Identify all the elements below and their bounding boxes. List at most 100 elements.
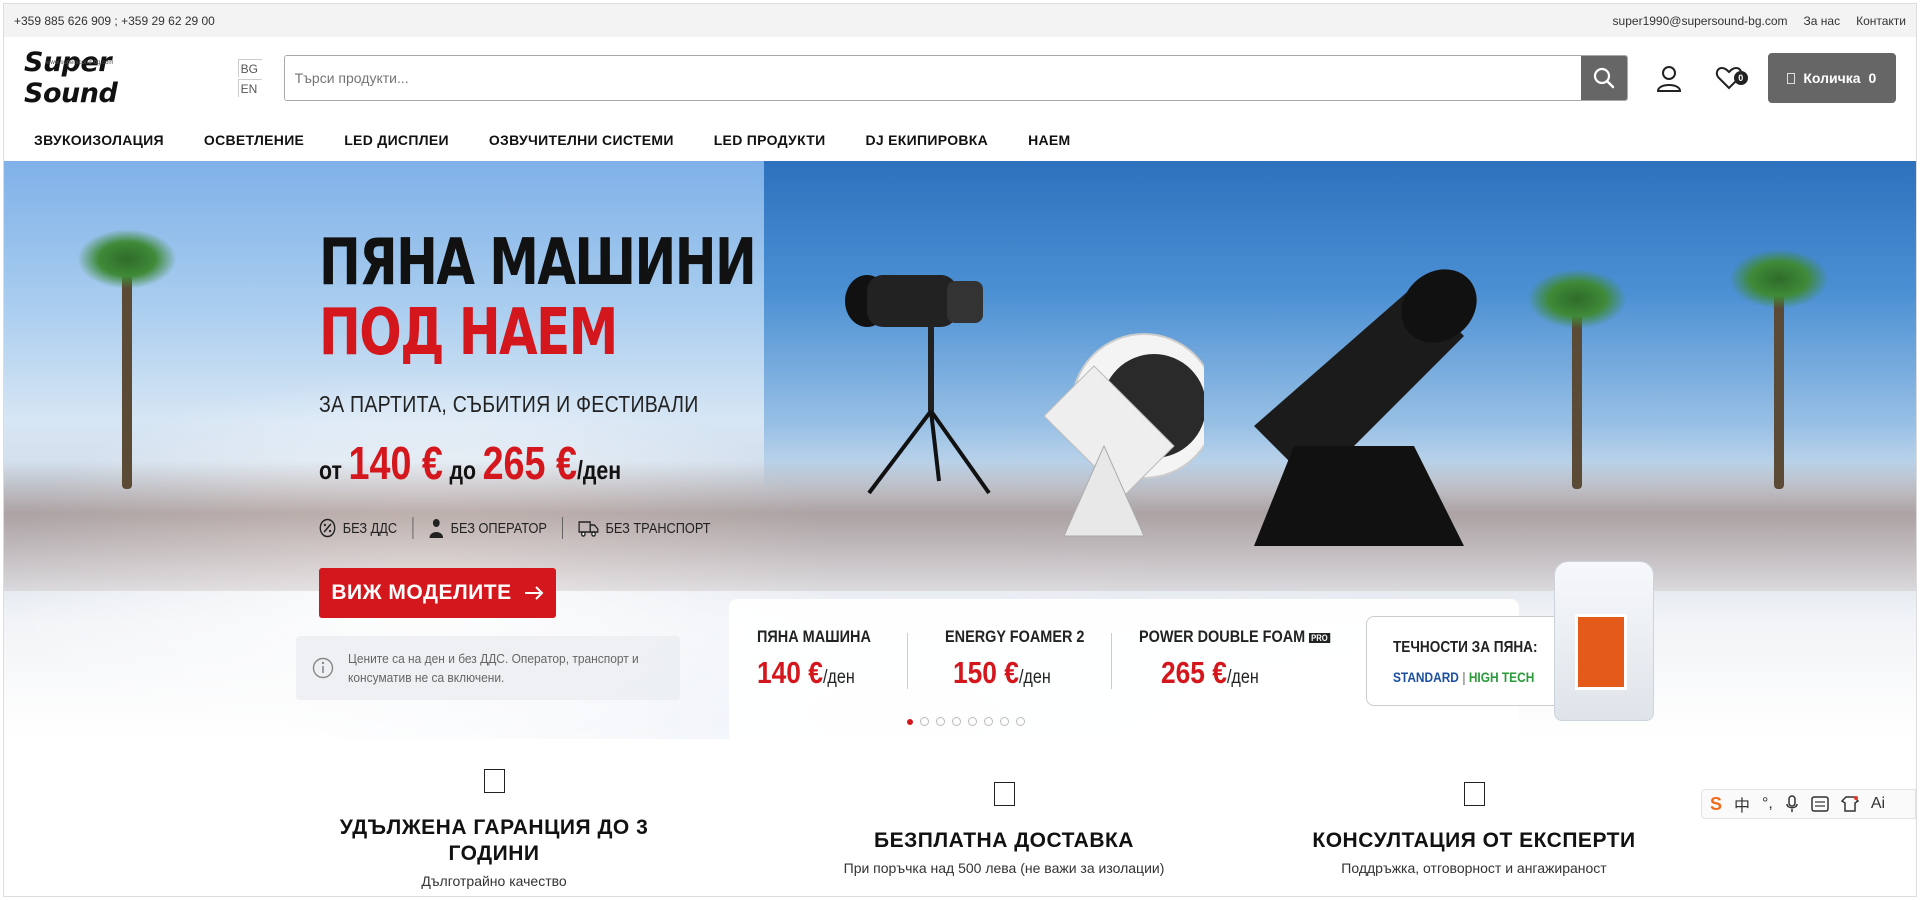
product-price-value: 265 € bbox=[1161, 655, 1227, 690]
slider-dot[interactable] bbox=[968, 717, 977, 726]
keyboard-icon[interactable] bbox=[1811, 796, 1829, 812]
foam-machine-image bbox=[1043, 333, 1204, 537]
user-icon bbox=[1656, 66, 1681, 92]
account-button[interactable] bbox=[1652, 61, 1686, 95]
ime-chinese-mode[interactable]: 中 bbox=[1734, 792, 1750, 816]
foam-fluid-canister-image bbox=[1554, 561, 1654, 721]
view-models-button[interactable]: ВИЖ МОДЕЛИТЕ bbox=[319, 568, 556, 618]
benefit-warranty: УДЪЛЖЕНА ГАРАНЦИЯ ДО 3 ГОДИНИ Дълготрайн… bbox=[324, 769, 664, 889]
foam-machine-image bbox=[1254, 269, 1477, 546]
price-to-word: до bbox=[449, 455, 477, 485]
mic-icon[interactable] bbox=[1785, 795, 1799, 813]
feature-label: БЕЗ ОПЕРАТОР bbox=[450, 519, 547, 537]
divider bbox=[1111, 633, 1112, 689]
wishlist-count: 0 bbox=[1733, 71, 1748, 85]
product-price-unit: /ден bbox=[1018, 667, 1051, 688]
header-icons: 0 bbox=[1652, 61, 1748, 95]
top-bar: +359 885 626 909 ; +359 29 62 29 00 supe… bbox=[4, 4, 1916, 37]
cart-button[interactable]: Количка 0 bbox=[1767, 53, 1896, 103]
hero-features: БЕЗ ДДС БЕЗ ОПЕРАТОР БЕЗ ТРАНСПОРТ bbox=[319, 517, 726, 539]
lang-en[interactable]: EN bbox=[237, 79, 262, 97]
benefits-section: УДЪЛЖЕНА ГАРАНЦИЯ ДО 3 ГОДИНИ Дълготрайн… bbox=[4, 739, 1916, 896]
feature-no-transport: БЕЗ ТРАНСПОРТ bbox=[563, 519, 726, 537]
nav-item-led-displays[interactable]: LED ДИСПЛЕИ bbox=[344, 132, 449, 148]
slider-dot[interactable] bbox=[1016, 717, 1025, 726]
browser-viewport: +359 885 626 909 ; +359 29 62 29 00 supe… bbox=[3, 3, 1917, 897]
hero-subtitle: ЗА ПАРТИТА, СЪБИТИЯ И ФЕСТИВАЛИ bbox=[319, 391, 699, 417]
warranty-icon bbox=[483, 769, 505, 793]
hero-price-range: от 140 € до 265 € /ден bbox=[319, 436, 621, 490]
arrow-right-icon bbox=[524, 586, 544, 600]
percent-icon bbox=[319, 518, 336, 538]
delivery-icon bbox=[993, 782, 1015, 806]
benefit-title: КОНСУЛТАЦИЯ ОТ ЕКСПЕРТИ bbox=[1312, 829, 1636, 852]
hero-banner[interactable]: ПЯНА МАШИНИ ПОД НАЕМ ЗА ПАРТИТА, СЪБИТИЯ… bbox=[4, 161, 1916, 739]
cta-label: ВИЖ МОДЕЛИТЕ bbox=[331, 581, 512, 604]
palm-tree-image bbox=[1729, 249, 1829, 489]
language-switcher: BG EN bbox=[237, 59, 262, 97]
nav-item-rent[interactable]: НАЕМ bbox=[1028, 132, 1070, 148]
benefit-title: БЕЗПЛАТНА ДОСТАВКА bbox=[874, 829, 1134, 852]
info-icon bbox=[312, 657, 334, 679]
main-nav: ЗВУКОИЗОЛАЦИЯ ОСВЕТЛЕНИЕ LED ДИСПЛЕИ ОЗВ… bbox=[4, 119, 1916, 161]
ime-punctuation[interactable]: °, bbox=[1762, 795, 1773, 813]
ime-ai[interactable]: Ai bbox=[1871, 795, 1885, 813]
nav-item-led-products[interactable]: LED ПРОДУКТИ bbox=[714, 132, 826, 148]
search-icon bbox=[1593, 67, 1614, 89]
feature-no-vat: БЕЗ ДДС bbox=[319, 518, 412, 538]
lang-bg[interactable]: BG bbox=[237, 59, 262, 77]
price-from: 140 € bbox=[348, 437, 443, 489]
consulting-icon bbox=[1463, 782, 1485, 806]
sogou-logo-icon[interactable]: S bbox=[1710, 794, 1722, 815]
cart-count: 0 bbox=[1868, 70, 1877, 86]
price-to: 265 € bbox=[482, 437, 577, 489]
site-header: www.supersound-bg.com Super Sound BG EN … bbox=[4, 37, 1916, 119]
nav-item-dj-equipment[interactable]: DJ ЕКИПИРОВКА bbox=[865, 132, 988, 148]
slider-dot[interactable] bbox=[936, 717, 945, 726]
benefit-subtitle: Поддръжка, отговорност и ангажираност bbox=[1341, 860, 1607, 876]
phone-numbers[interactable]: +359 885 626 909 ; +359 29 62 29 00 bbox=[14, 14, 215, 28]
top-bar-links: super1990@supersound-bg.com За нас Конта… bbox=[1613, 14, 1906, 28]
site-logo[interactable]: www.supersound-bg.com Super Sound bbox=[24, 47, 202, 109]
contacts-link[interactable]: Контакти bbox=[1856, 14, 1906, 28]
logo-text: Super Sound bbox=[24, 47, 118, 109]
product-price: 140 €/ден bbox=[757, 655, 871, 691]
slider-dot[interactable] bbox=[1000, 717, 1009, 726]
nav-item-soundproofing[interactable]: ЗВУКОИЗОЛАЦИЯ bbox=[34, 132, 164, 148]
truck-icon bbox=[578, 521, 599, 537]
product-energy-foamer-2[interactable]: ENERGY FOAMER 2 150 €/ден bbox=[945, 627, 1109, 691]
nav-item-lighting[interactable]: ОСВЕТЛЕНИЕ bbox=[204, 132, 304, 148]
hero-title-line2: ПОД НАЕМ bbox=[319, 296, 618, 370]
product-power-double-foam[interactable]: POWER DOUBLE FOAM PRO 265 €/ден bbox=[1139, 627, 1364, 691]
about-link[interactable]: За нас bbox=[1804, 14, 1841, 28]
pro-badge: PRO bbox=[1308, 632, 1331, 643]
fluid-standard: STANDARD bbox=[1393, 669, 1459, 685]
person-icon bbox=[429, 519, 444, 538]
email-link[interactable]: super1990@supersound-bg.com bbox=[1613, 14, 1788, 28]
slider-dot[interactable] bbox=[920, 717, 929, 726]
cart-label: Количка bbox=[1803, 70, 1861, 86]
slider-dot[interactable] bbox=[984, 717, 993, 726]
search-input[interactable] bbox=[284, 56, 1581, 100]
product-foam-machine[interactable]: ПЯНА МАШИНА 140 €/ден bbox=[757, 627, 891, 691]
nav-item-sound-systems[interactable]: ОЗВУЧИТЕЛНИ СИСТЕМИ bbox=[489, 132, 674, 148]
divider bbox=[907, 633, 908, 689]
search-button[interactable] bbox=[1580, 56, 1627, 100]
logo-url: www.supersound-bg.com bbox=[46, 60, 114, 66]
product-price-value: 150 € bbox=[953, 655, 1019, 690]
slider-dot[interactable] bbox=[952, 717, 961, 726]
feature-label: БЕЗ ТРАНСПОРТ bbox=[605, 519, 711, 537]
product-price-unit: /ден bbox=[822, 667, 855, 688]
product-name: ПЯНА МАШИНА bbox=[757, 627, 871, 646]
wishlist-button[interactable]: 0 bbox=[1712, 61, 1748, 95]
benefit-title: УДЪЛЖЕНА ГАРАНЦИЯ ДО 3 ГОДИНИ bbox=[339, 816, 649, 865]
hero-title-line1: ПЯНА МАШИНИ bbox=[319, 226, 757, 300]
shirt-icon[interactable] bbox=[1840, 796, 1859, 812]
foam-machine-image bbox=[845, 275, 991, 495]
slider-dot[interactable] bbox=[907, 719, 913, 725]
fluids-types: STANDARD | HIGH TECH bbox=[1393, 669, 1535, 685]
search-bar bbox=[283, 55, 1628, 101]
ime-toolbar: S 中 °, Ai bbox=[1701, 789, 1916, 819]
palm-tree-image bbox=[1527, 269, 1627, 489]
product-price: 150 €/ден bbox=[953, 655, 1086, 691]
